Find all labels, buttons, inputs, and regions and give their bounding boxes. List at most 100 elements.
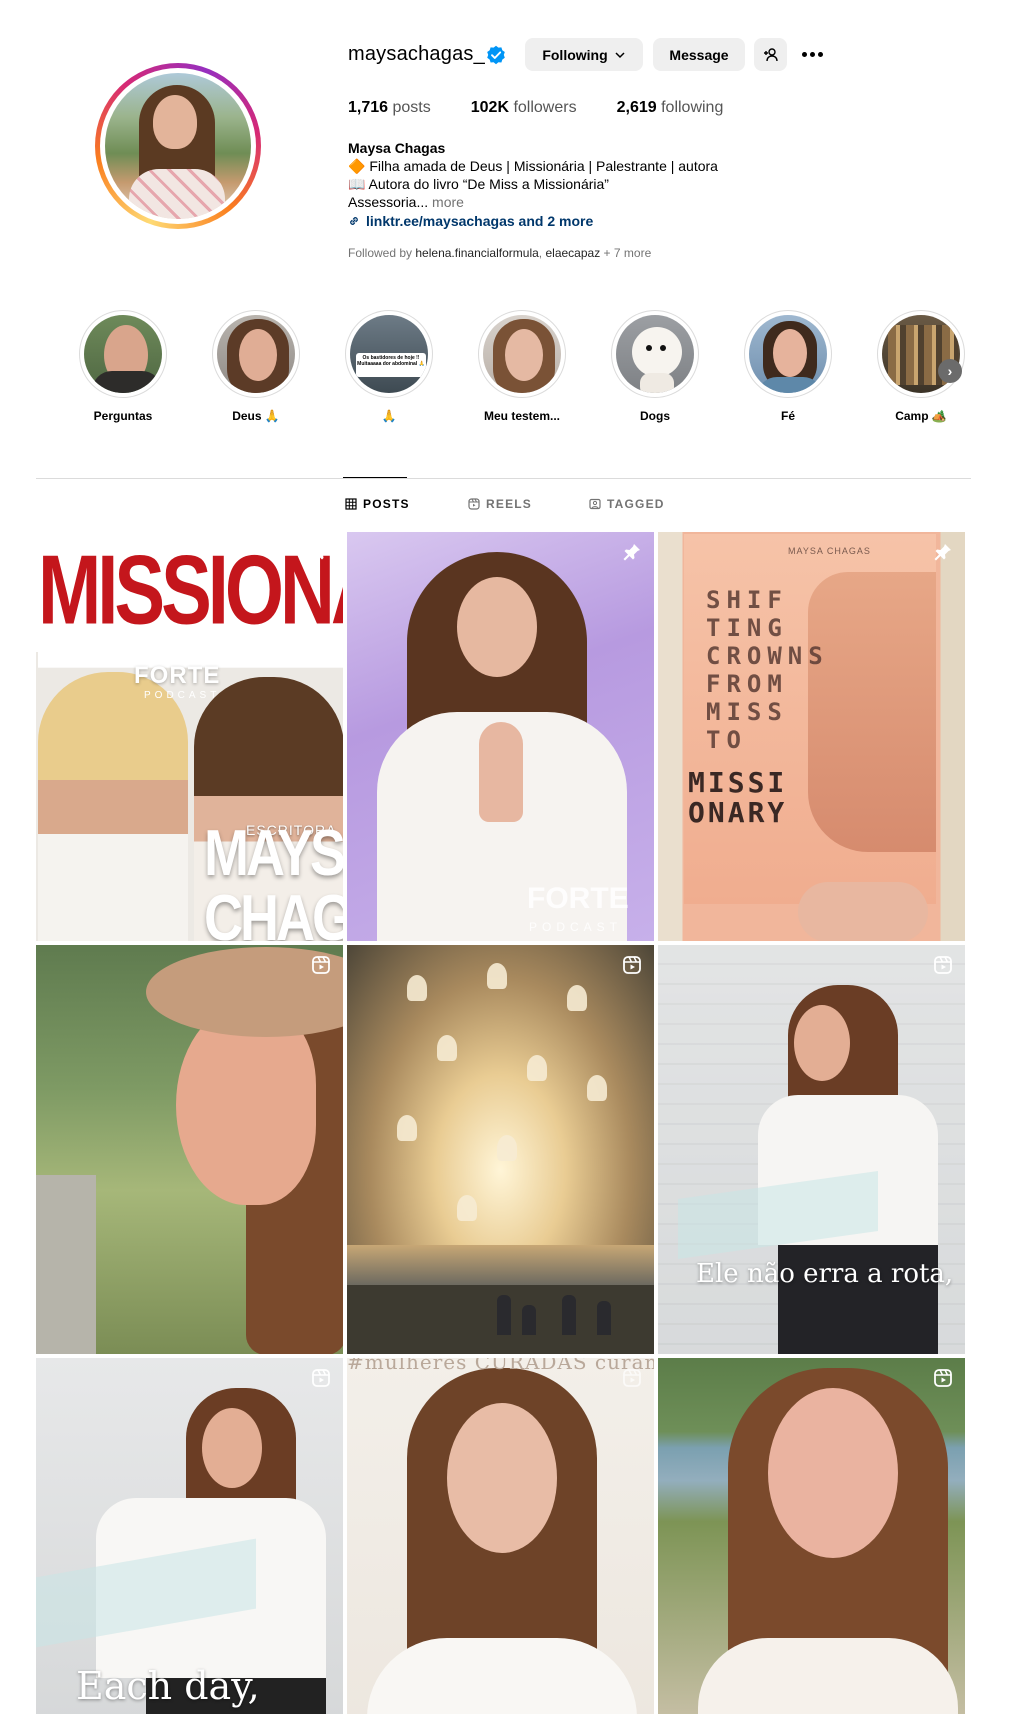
post-2[interactable]: FORTE PODCAST <box>347 532 654 941</box>
pin-icon <box>934 544 951 561</box>
pin-icon <box>623 544 640 561</box>
reels-icon <box>623 956 641 974</box>
post-7[interactable]: Each day, <box>36 1358 343 1714</box>
highlight-label: Camp 🏕️ <box>895 409 947 423</box>
bio-external-link[interactable]: linktr.ee/maysachagas and 2 more <box>348 212 808 230</box>
tabs-divider <box>36 478 971 479</box>
post-5[interactable] <box>347 945 654 1354</box>
profile-bio: Maysa Chagas 🔶 Filha amada de Deus | Mis… <box>348 139 808 230</box>
bio-line-3-text: Assessoria... <box>348 194 429 210</box>
highlight-label: Fé <box>780 409 795 423</box>
tab-label: POSTS <box>363 497 410 511</box>
highlight-perguntas[interactable]: Perguntas <box>78 310 168 423</box>
highlight-label: Deus 🙏 <box>232 409 280 423</box>
posts-count: 1,716 posts <box>348 99 431 116</box>
post-9[interactable] <box>658 1358 965 1714</box>
highlight-fe[interactable]: Fé <box>743 310 833 423</box>
reels-icon <box>468 498 480 510</box>
following-count-link[interactable]: 2,619 following <box>617 99 724 117</box>
post-face <box>447 1403 557 1553</box>
followed-by-text[interactable]: Followed by helena.financialformula, ela… <box>348 246 651 260</box>
post-4[interactable] <box>36 945 343 1354</box>
bio-line-3: Assessoria... more <box>348 193 808 211</box>
highlight-label: Dogs <box>640 409 670 423</box>
post-person <box>522 1305 536 1335</box>
tab-reels[interactable]: REELS <box>468 497 532 511</box>
post-person-left <box>38 672 188 941</box>
highlight-deus[interactable]: Deus 🙏 <box>211 310 301 423</box>
post-book-brand: MAYSA CHAGAS <box>788 546 871 556</box>
avatar-dress <box>129 169 225 219</box>
highlight-label: 🙏 <box>381 409 397 423</box>
post-8[interactable]: #mulheres CURADAS curam <box>347 1358 654 1714</box>
verified-badge-icon <box>487 45 505 65</box>
highlight-meu-testemunho[interactable]: Meu testem... <box>477 310 567 423</box>
post-face <box>794 1005 850 1081</box>
posts-grid: MISSIONARIA FORTE PODCAST ESCRITORA MAYS… <box>36 532 968 1714</box>
post-angel <box>457 1195 477 1221</box>
reels-icon <box>934 956 952 974</box>
add-user-icon <box>763 47 778 61</box>
highlight-dogs[interactable]: Dogs <box>610 310 700 423</box>
reels-icon <box>312 956 330 974</box>
post-title-text: MISSIONARIA <box>38 532 343 668</box>
more-options-icon[interactable] <box>800 44 824 64</box>
link-icon <box>350 217 358 225</box>
highlight-inner-text: Os bastidores de hoje !! Muitaaaaa dor a… <box>356 353 426 377</box>
post-person <box>497 1295 511 1335</box>
post-top <box>698 1638 958 1714</box>
post-maysa-chagas-text: MAYSACHAGAS <box>204 817 343 941</box>
bio-link-text: linktr.ee/maysachagas and 2 more <box>366 213 594 229</box>
avatar <box>105 73 251 219</box>
avatar-inner <box>100 68 256 224</box>
post-1[interactable]: MISSIONARIA FORTE PODCAST ESCRITORA MAYS… <box>36 532 343 941</box>
post-3[interactable]: MAYSA CHAGAS SHIF TING CROWNS FROM MISS TO MI… <box>658 532 965 941</box>
post-forte-text: FORTE <box>134 662 221 689</box>
tab-tagged[interactable]: TAGGED <box>589 497 665 511</box>
post-forte-text: FORTE <box>527 882 629 915</box>
message-button[interactable]: Message <box>653 38 745 71</box>
highlight-label: Perguntas <box>93 409 153 423</box>
avatar-face <box>153 95 197 149</box>
post-face <box>768 1388 898 1558</box>
post-6[interactable]: Ele não erra a rota, <box>658 945 965 1354</box>
post-angel <box>567 985 587 1011</box>
post-road <box>36 1175 96 1354</box>
following-button[interactable]: Following <box>525 38 643 71</box>
highlight-label: Meu testem... <box>483 409 561 423</box>
followed-by-user-2[interactable]: elaecapaz <box>545 246 600 260</box>
suggest-users-button[interactable] <box>754 38 787 71</box>
followed-by-user-1[interactable]: helena.financialformula <box>415 246 538 260</box>
post-overlay-text: Each day, <box>76 1664 260 1708</box>
post-praying-hands <box>479 722 523 822</box>
post-podcast-text: PODCAST <box>144 690 221 701</box>
highlights-next-arrow-icon[interactable]: › <box>938 359 962 383</box>
bio-display-name: Maysa Chagas <box>348 140 446 156</box>
grid-icon <box>345 498 357 510</box>
bio-more-link[interactable]: more <box>432 194 464 210</box>
post-angel <box>437 1035 457 1061</box>
bio-line-1: 🔶 Filha amada de Deus | Missionária | Pa… <box>348 158 718 174</box>
profile-avatar-story-ring[interactable] <box>95 63 261 229</box>
following-button-label: Following <box>542 46 608 63</box>
post-angel <box>407 975 427 1001</box>
post-hand <box>798 882 928 941</box>
post-angel <box>497 1135 517 1161</box>
post-lake <box>347 1245 654 1285</box>
pin-icon <box>312 544 329 561</box>
post-person <box>562 1295 576 1335</box>
post-overlay-text: Ele não erra a rota, <box>696 1259 954 1289</box>
tab-label: TAGGED <box>607 497 665 511</box>
tagged-user-icon <box>589 498 601 510</box>
post-overlay-text: #mulheres CURADAS curam <box>347 1358 654 1374</box>
post-book-title: SHIF TING CROWNS FROM MISS TO <box>706 586 829 754</box>
post-angel <box>397 1115 417 1141</box>
tab-posts[interactable]: POSTS <box>345 497 410 511</box>
followers-count-link[interactable]: 102K followers <box>471 99 577 117</box>
highlight-pray[interactable]: Os bastidores de hoje !! Muitaaaaa dor a… <box>344 310 434 423</box>
post-angel <box>587 1075 607 1101</box>
post-face <box>457 577 537 677</box>
reels-icon <box>312 1369 330 1387</box>
reels-icon <box>934 1369 952 1387</box>
message-button-label: Message <box>669 46 729 63</box>
